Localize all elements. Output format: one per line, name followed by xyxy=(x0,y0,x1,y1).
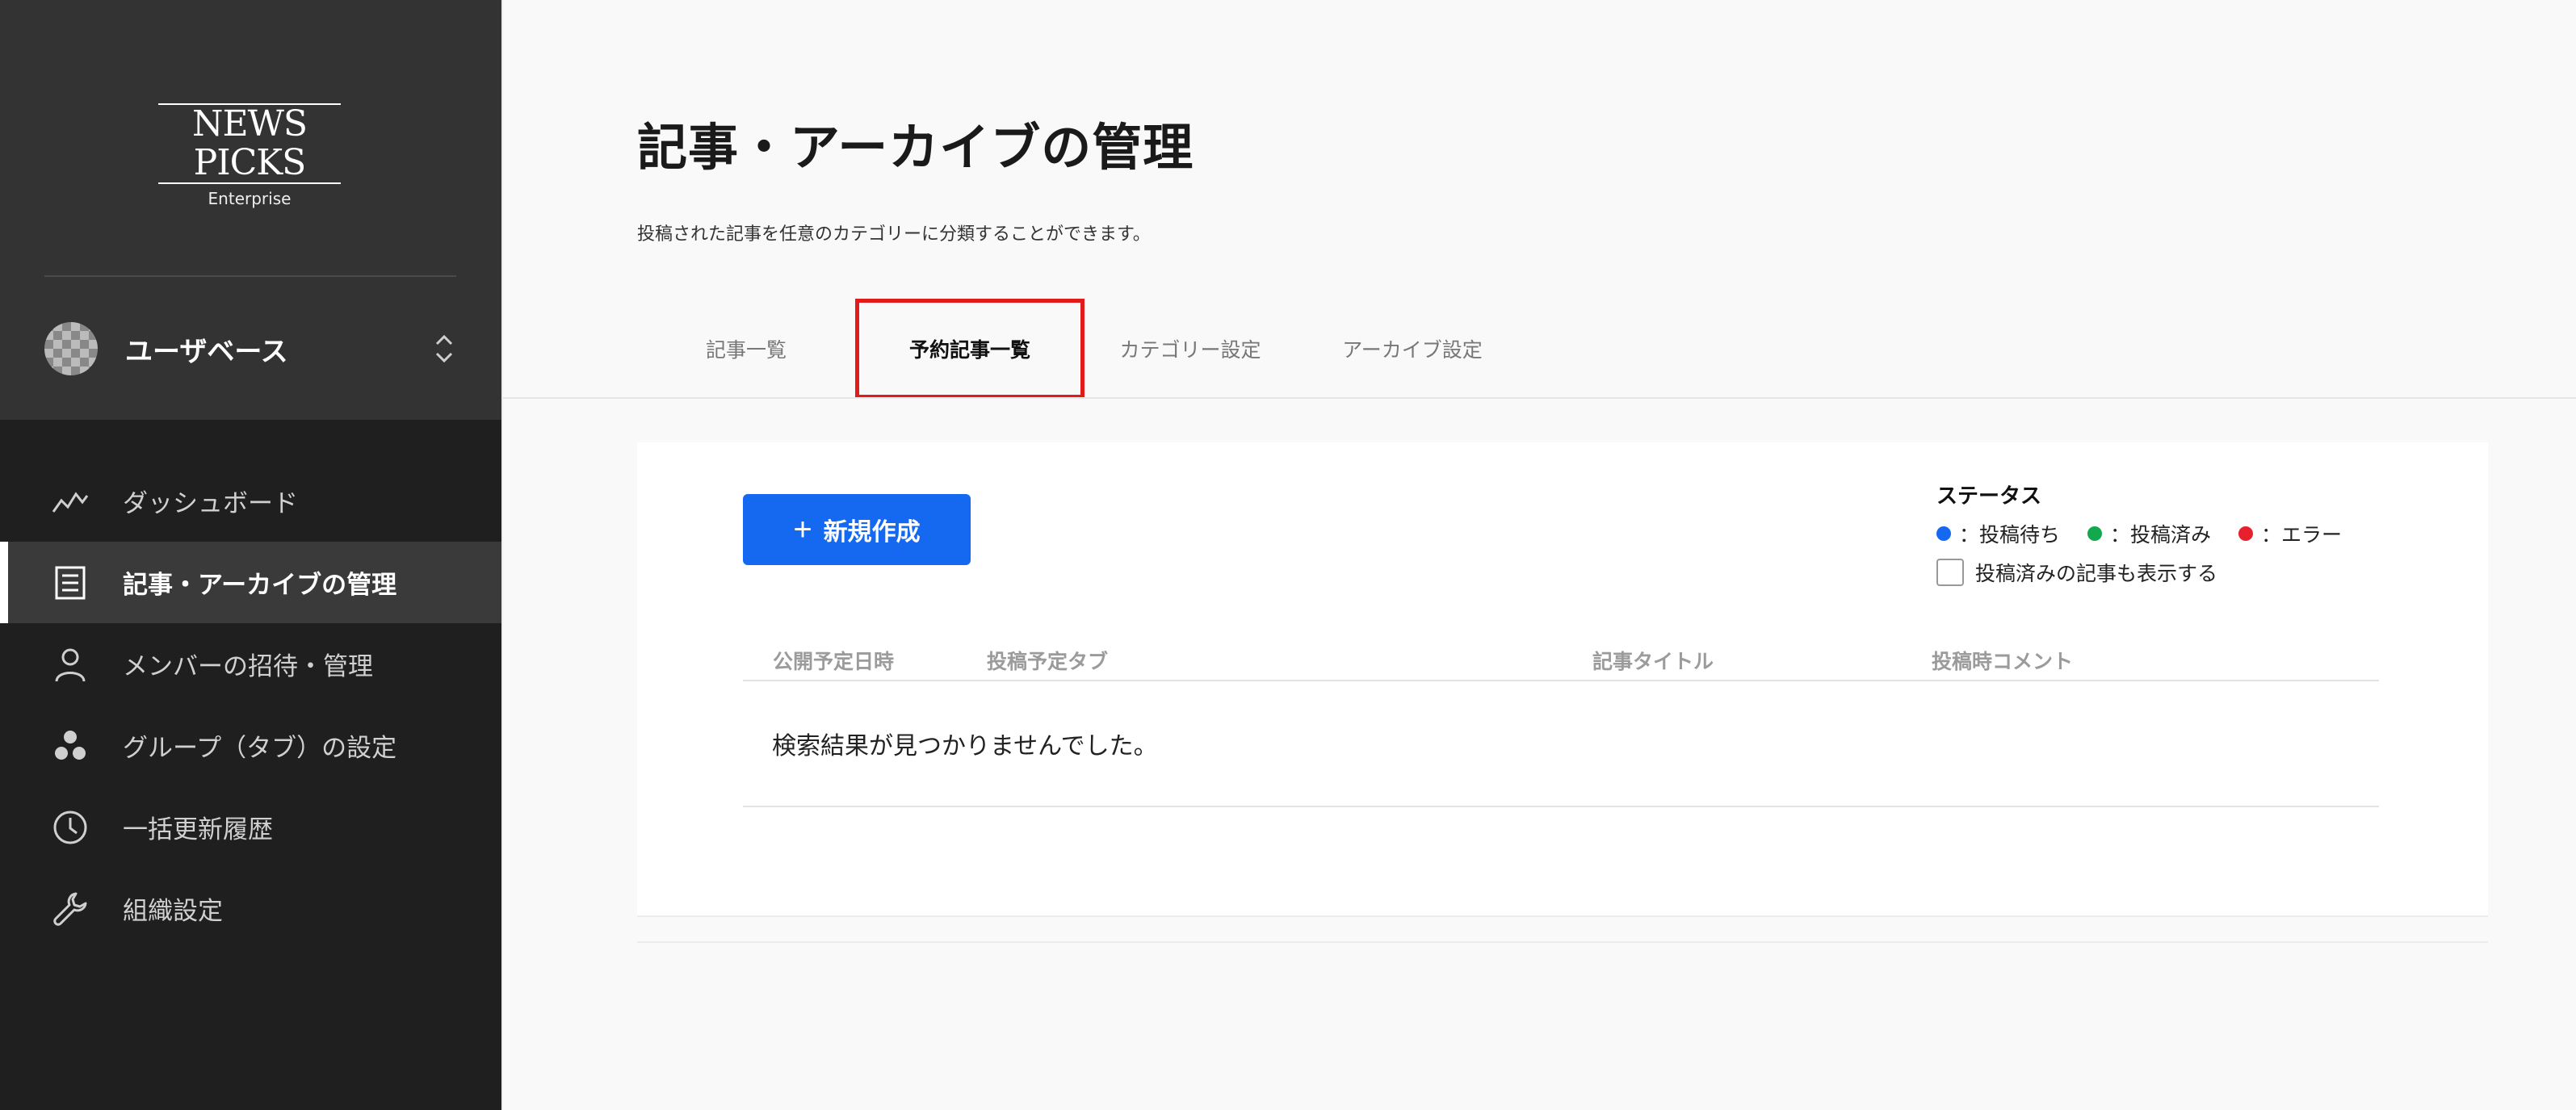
sidebar-item-label: 記事・アーカイブの管理 xyxy=(123,571,397,600)
sidebar-item-org-settings[interactable]: 組織設定 xyxy=(0,868,501,949)
status-dot-pending xyxy=(1936,526,1951,541)
main-content: 記事・アーカイブの管理 投稿された記事を任意のカテゴリーに分類することができます… xyxy=(501,0,2576,1110)
new-article-button[interactable]: + 新規作成 xyxy=(743,494,971,565)
org-name: ユーザベース xyxy=(125,335,288,368)
chevron-up-down-icon[interactable] xyxy=(432,333,456,365)
tab-divider xyxy=(503,397,2576,399)
legend-label: ：投稿済み xyxy=(2110,523,2212,547)
org-switcher[interactable]: ユーザベース xyxy=(44,321,456,376)
newspicks-logo[interactable]: NEWS PICKS Enterprise xyxy=(158,103,341,208)
show-posted-checkbox[interactable] xyxy=(1936,559,1964,586)
legend-label: ：エラー xyxy=(2261,523,2343,547)
status-dot-error xyxy=(2238,526,2254,541)
page-title: 記事・アーカイブの管理 xyxy=(637,118,1194,177)
sidebar-item-label: 一括更新履歴 xyxy=(123,815,273,844)
legend-posted: ：投稿済み xyxy=(2087,519,2211,548)
status-legend-box: ステータス ：投稿待ち ：投稿済み ：エラー 投稿済みの記事も表示する xyxy=(1936,480,2421,587)
chart-line-icon xyxy=(52,483,89,520)
panel-bottom-rule xyxy=(637,941,2488,943)
sidebar-nav: ダッシュボード 記事・アーカイブの管理 メンバーの招待・管理 グループ（タブ）の… xyxy=(0,460,501,949)
column-header-article-title[interactable]: 記事タイトル xyxy=(1592,646,1714,675)
scheduled-articles-table: 公開予定日時 投稿予定タブ 記事タイトル 投稿時コメント 検索結果が見つかりませ… xyxy=(743,636,2379,807)
document-list-icon xyxy=(52,564,89,601)
sidebar-item-articles[interactable]: 記事・アーカイブの管理 xyxy=(0,542,501,623)
sidebar-item-history[interactable]: 一括更新履歴 xyxy=(0,786,501,868)
page-description: 投稿された記事を任意のカテゴリーに分類することができます。 xyxy=(637,224,1151,245)
sidebar-header: NEWS PICKS Enterprise ユーザベース xyxy=(0,0,501,420)
show-posted-label: 投稿済みの記事も表示する xyxy=(1975,562,2218,585)
sidebar-item-label: メンバーの招待・管理 xyxy=(123,652,373,681)
sidebar-item-members[interactable]: メンバーの招待・管理 xyxy=(0,623,501,705)
scheduled-articles-panel: + 新規作成 ステータス ：投稿待ち ：投稿済み ：エラー 投稿済みの記事も表示… xyxy=(637,442,2488,917)
show-posted-toggle[interactable]: 投稿済みの記事も表示する xyxy=(1936,558,2421,587)
new-article-button-label: 新規作成 xyxy=(823,519,921,546)
sidebar-item-label: グループ（タブ）の設定 xyxy=(123,734,397,763)
column-header-comment[interactable]: 投稿時コメント xyxy=(1932,646,2073,675)
logo-sub-text: Enterprise xyxy=(208,189,292,208)
status-dot-posted xyxy=(2087,526,2103,541)
wrench-icon xyxy=(52,890,89,928)
tab-scheduled-articles[interactable]: 予約記事一覧 xyxy=(855,299,1085,399)
table-header: 公開予定日時 投稿予定タブ 記事タイトル 投稿時コメント xyxy=(743,636,2379,681)
column-header-publish-date[interactable]: 公開予定日時 xyxy=(773,646,894,675)
tab-archive-settings[interactable]: アーカイブ設定 xyxy=(1296,299,1529,399)
legend-pending: ：投稿待ち xyxy=(1936,519,2060,548)
plus-icon: + xyxy=(793,512,812,547)
clock-icon xyxy=(52,809,89,846)
sidebar-divider xyxy=(44,275,456,277)
sidebar: NEWS PICKS Enterprise ユーザベース ダッシュボード 記事・… xyxy=(0,0,501,1110)
tab-bar: 記事一覧 予約記事一覧 カテゴリー設定 アーカイブ設定 xyxy=(637,299,1529,399)
tab-articles[interactable]: 記事一覧 xyxy=(637,299,855,399)
status-legend: ：投稿待ち ：投稿済み ：エラー xyxy=(1936,519,2421,548)
person-icon xyxy=(52,646,89,683)
column-header-target-tab[interactable]: 投稿予定タブ xyxy=(987,646,1108,675)
sidebar-item-groups[interactable]: グループ（タブ）の設定 xyxy=(0,705,501,786)
empty-results-message: 検索結果が見つかりませんでした。 xyxy=(743,681,2379,807)
legend-label: ：投稿待ち xyxy=(1959,523,2061,547)
logo-main-text: NEWS PICKS xyxy=(158,103,341,184)
status-title: ステータス xyxy=(1936,484,2042,509)
legend-error: ：エラー xyxy=(2238,519,2342,548)
org-avatar xyxy=(44,322,98,375)
sidebar-item-label: ダッシュボード xyxy=(123,489,298,518)
group-dots-icon xyxy=(52,727,89,764)
sidebar-item-label: 組織設定 xyxy=(123,897,223,926)
tab-category-settings[interactable]: カテゴリー設定 xyxy=(1085,299,1296,399)
sidebar-item-dashboard[interactable]: ダッシュボード xyxy=(0,460,501,542)
